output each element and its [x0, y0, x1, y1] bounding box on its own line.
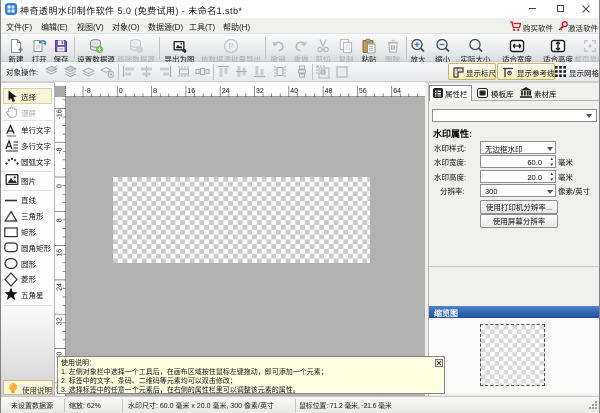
- svg-text:64: 64: [393, 88, 401, 95]
- svg-text:8: 8: [153, 88, 157, 95]
- svg-text:0: 0: [57, 184, 64, 188]
- svg-text:32: 32: [256, 88, 264, 95]
- svg-text:16: 16: [57, 249, 64, 257]
- svg-text:P: P: [228, 42, 233, 51]
- svg-text:16: 16: [187, 88, 195, 95]
- svg-text:-8: -8: [57, 147, 64, 153]
- svg-text:-8: -8: [85, 88, 91, 95]
- svg-text:8: 8: [57, 218, 64, 222]
- svg-text:-16: -16: [57, 109, 64, 119]
- svg-text:24: 24: [222, 88, 230, 95]
- svg-text:56: 56: [359, 88, 367, 95]
- svg-text:0: 0: [119, 88, 123, 95]
- svg-text:48: 48: [325, 88, 333, 95]
- svg-text:40: 40: [290, 88, 298, 95]
- svg-text:24: 24: [57, 283, 64, 291]
- svg-text:32: 32: [57, 317, 64, 325]
